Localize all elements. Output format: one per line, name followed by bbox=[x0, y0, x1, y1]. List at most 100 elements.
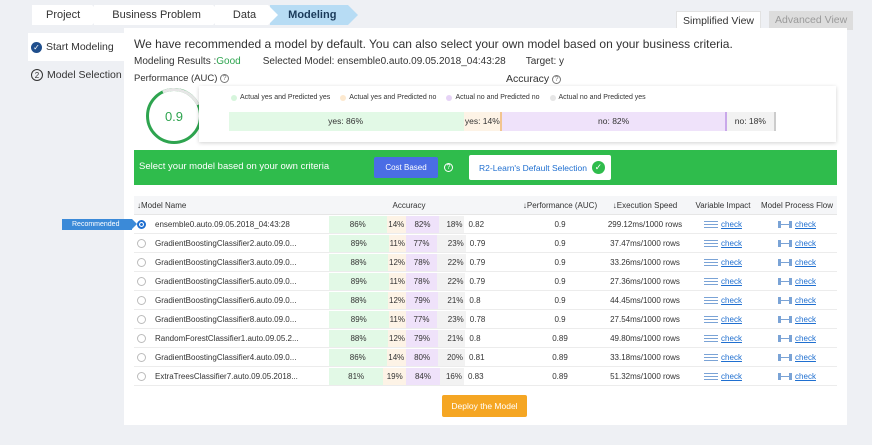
header-accuracy: Accuracy bbox=[392, 200, 426, 210]
help-icon[interactable]: ? bbox=[444, 163, 453, 172]
recommended-tag: Recommended bbox=[62, 219, 137, 230]
model-radio[interactable] bbox=[137, 219, 146, 229]
variable-impact-link[interactable]: check bbox=[721, 353, 742, 362]
process-flow-link[interactable]: check bbox=[795, 277, 816, 286]
mini-accuracy-bar: 89% 11% 77% 23% bbox=[329, 310, 466, 328]
mini-accuracy-bar: 88% 12% 79% 21% bbox=[329, 329, 466, 347]
bar-chart-icon bbox=[704, 372, 719, 380]
model-name: GradientBoostingClassifier8.auto.09.0... bbox=[155, 314, 297, 324]
header-process-flow: Model Process Flow bbox=[760, 200, 834, 210]
model-radio[interactable] bbox=[137, 238, 146, 248]
variable-impact-link[interactable]: check bbox=[721, 296, 742, 305]
accuracy-cell: 81% 19% 84% 16% 0.83 bbox=[299, 367, 519, 385]
mini-seg: 82% bbox=[405, 215, 439, 233]
model-name-cell: GradientBoostingClassifier5.auto.09.0... bbox=[134, 276, 299, 286]
breadcrumb-modeling[interactable]: Modeling bbox=[270, 5, 359, 25]
model-radio[interactable] bbox=[137, 257, 146, 267]
flow-icon bbox=[778, 258, 793, 266]
performance-value: 0.9 bbox=[554, 238, 566, 248]
table-row[interactable]: GradientBoostingClassifier8.auto.09.0...… bbox=[134, 310, 837, 329]
mini-accuracy-bar: 86% 14% 80% 20% bbox=[329, 348, 465, 366]
results-status: Good bbox=[216, 56, 241, 67]
mini-seg: 20% bbox=[438, 348, 465, 366]
table-row[interactable]: GradientBoostingClassifier5.auto.09.0...… bbox=[134, 272, 837, 291]
mini-seg: 12% bbox=[388, 329, 407, 347]
model-name-cell: GradientBoostingClassifier3.auto.09.0... bbox=[134, 257, 299, 267]
nav-start-modeling[interactable]: ✓ Start Modeling bbox=[28, 33, 124, 61]
header-performance[interactable]: ↓Performance (AUC) bbox=[519, 201, 601, 210]
model-name-cell: RandomForestClassifier1.auto.09.05.2... bbox=[134, 333, 299, 343]
process-flow-link[interactable]: check bbox=[795, 220, 816, 229]
table-row[interactable]: GradientBoostingClassifier4.auto.09.0...… bbox=[134, 348, 837, 367]
process-flow-link[interactable]: check bbox=[795, 239, 816, 248]
flow-icon bbox=[778, 239, 793, 247]
breadcrumb-project[interactable]: Project bbox=[32, 5, 103, 25]
default-selection-button[interactable]: R2-Learn's Default Selection ✓ bbox=[469, 155, 611, 180]
model-radio[interactable] bbox=[137, 276, 146, 286]
default-selection-label: R2-Learn's Default Selection bbox=[479, 162, 587, 173]
help-icon[interactable]: ? bbox=[220, 73, 230, 83]
accuracy-value: 0.81 bbox=[468, 352, 485, 362]
selected-model: Selected Model: ensemble0.auto.09.05.201… bbox=[262, 56, 506, 67]
flow-icon bbox=[778, 220, 793, 228]
table-row[interactable]: GradientBoostingClassifier6.auto.09.0...… bbox=[134, 291, 837, 310]
variable-impact-link[interactable]: check bbox=[721, 315, 742, 324]
model-name: ensemble0.auto.09.05.2018_04:43:28 bbox=[155, 219, 290, 229]
cost-based-button[interactable]: Cost Based bbox=[374, 157, 438, 178]
bar-chart-icon bbox=[704, 296, 719, 304]
table-row[interactable]: GradientBoostingClassifier3.auto.09.0...… bbox=[134, 253, 837, 272]
mini-seg: 79% bbox=[406, 329, 438, 347]
mini-seg: 19% bbox=[383, 367, 407, 385]
execution-speed: 49.80ms/1000 rows bbox=[610, 333, 680, 343]
criteria-band: Select your model based on your own crit… bbox=[134, 150, 837, 185]
bar-chart-icon bbox=[704, 315, 719, 323]
mini-seg: 16% bbox=[439, 367, 464, 385]
variable-impact-link[interactable]: check bbox=[721, 277, 742, 286]
model-radio[interactable] bbox=[137, 314, 146, 324]
process-flow-link[interactable]: check bbox=[795, 353, 816, 362]
model-table: ↓Model Name Accuracy ↓Performance (AUC) … bbox=[134, 196, 837, 386]
mini-seg: 88% bbox=[329, 291, 388, 309]
variable-impact-link[interactable]: check bbox=[721, 372, 742, 381]
variable-impact-link[interactable]: check bbox=[721, 220, 742, 229]
model-radio[interactable] bbox=[137, 371, 146, 381]
header-speed[interactable]: ↓Execution Speed bbox=[601, 201, 689, 210]
process-flow-link[interactable]: check bbox=[795, 334, 816, 343]
variable-impact-link[interactable]: check bbox=[721, 334, 742, 343]
mini-seg: 78% bbox=[405, 272, 438, 290]
table-row[interactable]: ExtraTreesClassifier7.auto.09.05.2018...… bbox=[134, 367, 837, 386]
process-flow-link[interactable]: check bbox=[795, 258, 816, 267]
mini-seg: 77% bbox=[405, 234, 437, 252]
model-radio[interactable] bbox=[137, 352, 146, 362]
help-icon[interactable]: ? bbox=[552, 74, 562, 84]
deploy-button[interactable]: Deploy the Model bbox=[442, 395, 527, 417]
process-flow-cell: check bbox=[757, 239, 837, 248]
process-flow-link[interactable]: check bbox=[795, 296, 816, 305]
model-name: GradientBoostingClassifier5.auto.09.0... bbox=[155, 276, 297, 286]
header-model-name[interactable]: ↓Model Name bbox=[134, 201, 299, 210]
process-flow-cell: check bbox=[757, 277, 837, 286]
process-flow-link[interactable]: check bbox=[795, 315, 816, 324]
execution-speed: 37.47ms/1000 rows bbox=[610, 238, 680, 248]
model-radio[interactable] bbox=[137, 333, 146, 343]
accuracy-segment: yes: 14% bbox=[464, 112, 503, 131]
model-radio[interactable] bbox=[137, 295, 146, 305]
variable-impact-link[interactable]: check bbox=[721, 239, 742, 248]
variable-impact-link[interactable]: check bbox=[721, 258, 742, 267]
check-circle-icon: ✓ bbox=[31, 41, 42, 53]
table-row[interactable]: RandomForestClassifier1.auto.09.05.2... 8… bbox=[134, 329, 837, 348]
model-name-cell: GradientBoostingClassifier2.auto.09.0... bbox=[134, 238, 299, 248]
flow-icon bbox=[778, 315, 793, 323]
table-row[interactable]: GradientBoostingClassifier2.auto.09.0...… bbox=[134, 234, 837, 253]
process-flow-link[interactable]: check bbox=[795, 372, 816, 381]
mini-seg: 12% bbox=[388, 253, 407, 271]
mini-seg: 89% bbox=[329, 234, 389, 252]
flow-icon bbox=[778, 277, 793, 285]
bar-chart-icon bbox=[704, 220, 719, 228]
accuracy-cell: 88% 12% 79% 21% 0.8 bbox=[299, 291, 519, 309]
table-row[interactable]: ensemble0.auto.09.05.2018_04:43:28 86% 14%… bbox=[134, 215, 837, 234]
variable-impact-cell: check bbox=[689, 239, 757, 248]
nav-model-selection[interactable]: 2 Model Selection bbox=[28, 61, 124, 89]
breadcrumb-business-problem[interactable]: Business Problem bbox=[94, 5, 223, 25]
mini-seg: 21% bbox=[437, 329, 466, 347]
